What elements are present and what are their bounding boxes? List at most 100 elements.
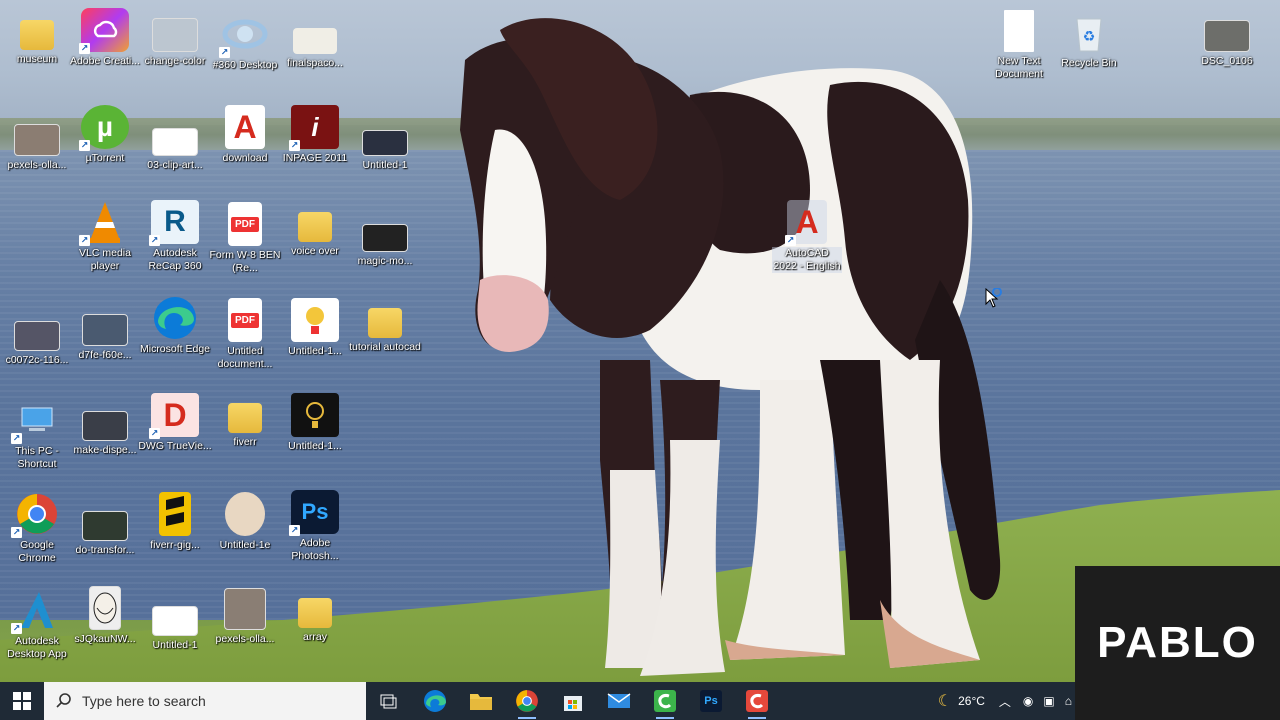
desktop-icon-c0072c[interactable]: c0072c-116... bbox=[0, 315, 74, 367]
desktop-icon-adobe-creative-cloud[interactable]: Adobe Creati... bbox=[68, 8, 142, 68]
desktop-icon-untitled-1-top[interactable]: Untitled-1 bbox=[348, 122, 422, 172]
desktop-icon-magic-mo[interactable]: magic-mo... bbox=[348, 218, 422, 268]
desktop-icon-adobe-photoshop[interactable]: Ps Adobe Photosh... bbox=[278, 490, 352, 563]
desktop-icon-autodesk-desktop-app[interactable]: Autodesk Desktop App bbox=[0, 588, 74, 661]
taskbar-search-box[interactable]: Type here to search bbox=[44, 682, 366, 720]
image-thumbnail-icon bbox=[82, 411, 128, 441]
desktop-icon-make-dispe[interactable]: make-dispe... bbox=[68, 405, 142, 457]
desktop-icon-array[interactable]: array bbox=[278, 588, 352, 644]
watermark-overlay: PABLO bbox=[1075, 566, 1280, 720]
desktop-icon-label: tutorial autocad bbox=[349, 341, 421, 353]
desktop-icon-voice-over[interactable]: voice over bbox=[278, 202, 352, 258]
recycle-bin-icon: ♻ bbox=[1065, 10, 1113, 54]
taskbar-photoshop[interactable]: Ps bbox=[688, 682, 734, 720]
desktop-icon-utorrent[interactable]: µ µTorrent bbox=[68, 105, 142, 165]
edge-icon bbox=[151, 296, 199, 340]
store-icon bbox=[564, 696, 582, 711]
desktop-icon-dsc-0106[interactable]: DSC_0106 bbox=[1190, 20, 1264, 68]
vlc-icon bbox=[79, 200, 129, 246]
taskbar-camtasia-red[interactable] bbox=[734, 682, 780, 720]
svg-text:♻: ♻ bbox=[1083, 28, 1096, 44]
desktop-icon-untitled-1-bottom[interactable]: Untitled-1 bbox=[138, 600, 212, 652]
autodesk-icon bbox=[11, 588, 61, 634]
weather-temperature[interactable]: 26°C bbox=[958, 694, 985, 708]
desktop-icon-new-text-document[interactable]: New Text Document bbox=[982, 10, 1056, 81]
taskbar-microsoft-store[interactable] bbox=[550, 682, 596, 720]
taskbar-camtasia-green[interactable] bbox=[642, 682, 688, 720]
desktop-icon-label: pexels-olla... bbox=[215, 633, 275, 645]
edge-icon bbox=[424, 690, 446, 712]
folder-icon bbox=[298, 212, 332, 242]
taskbar-task-view[interactable] bbox=[366, 682, 412, 720]
desktop-icon-label: fiverr-gig... bbox=[150, 539, 200, 551]
weather-moon-icon[interactable]: ☾ bbox=[938, 691, 952, 711]
desktop-icon-untitled-1e[interactable]: Untitled-1e bbox=[208, 492, 282, 552]
taskbar-chrome[interactable] bbox=[504, 682, 550, 720]
desktop-icon-google-chrome[interactable]: Google Chrome bbox=[0, 492, 74, 565]
desktop-icon-finalspaco[interactable]: finalspaco... bbox=[278, 22, 352, 70]
desktop-icon-untitled-document[interactable]: PDF Untitled document... bbox=[208, 298, 282, 371]
desktop-icon-download[interactable]: A download bbox=[208, 105, 282, 165]
desktop-icon-sjqkaunw[interactable]: sJQkauNW... bbox=[68, 586, 142, 646]
desktop-icon-do-transfor[interactable]: do-transfor... bbox=[68, 505, 142, 557]
desktop-icon-360-desktop[interactable]: #360 Desktop bbox=[208, 12, 282, 72]
desktop-icon-autocad-2022[interactable]: A AutoCAD 2022 - English bbox=[772, 200, 842, 273]
camtasia-icon bbox=[654, 690, 676, 712]
desktop-icon-change-color[interactable]: change-color bbox=[138, 18, 212, 68]
desktop-icon-microsoft-edge[interactable]: Microsoft Edge bbox=[138, 296, 212, 356]
desktop-icon-fiverr-gig[interactable]: fiverr-gig... bbox=[138, 492, 212, 552]
desktop-icon-vlc[interactable]: VLC media player bbox=[68, 200, 142, 273]
device-icon[interactable]: ▣ bbox=[1043, 694, 1054, 708]
desktop-icon-label: Recycle Bin bbox=[1061, 57, 1117, 69]
desktop-icon-label: magic-mo... bbox=[357, 255, 413, 267]
desktop-icon-untitled-1-bulb[interactable]: Untitled-1... bbox=[278, 298, 352, 358]
desktop-icon-form-w8[interactable]: PDF Form W-8 BEN (Re... bbox=[208, 202, 282, 275]
start-button[interactable] bbox=[0, 682, 44, 720]
desktop-icon-label: AutoCAD 2022 - English bbox=[772, 247, 842, 273]
desktop-icon-recycle-bin[interactable]: ♻ Recycle Bin bbox=[1052, 10, 1126, 70]
autocad-icon: A bbox=[785, 200, 827, 246]
record-icon[interactable]: ◉ bbox=[1023, 694, 1033, 708]
mask-image-icon bbox=[89, 586, 121, 630]
desktop-icon-label: make-dispe... bbox=[73, 444, 137, 456]
desktop-icon-inpage-2011[interactable]: i INPAGE 2011 bbox=[278, 105, 352, 165]
image-thumbnail-icon bbox=[14, 321, 60, 351]
desktop-icon-fiverr[interactable]: fiverr bbox=[208, 393, 282, 449]
desktop-icon-pexels-olla[interactable]: pexels-olla... bbox=[0, 120, 74, 172]
chevron-up-icon[interactable]: ︿ bbox=[999, 693, 1011, 710]
desktop-icon-label: Untitled-1 bbox=[152, 639, 198, 651]
lightbulb-icon bbox=[291, 393, 339, 437]
desktop-icon-label: Untitled document... bbox=[217, 345, 273, 370]
pdf-icon: PDF bbox=[228, 202, 262, 246]
desktop-icon-untitled-1-dark[interactable]: Untitled-1... bbox=[278, 393, 352, 453]
desktop-icon-label: sJQkauNW... bbox=[74, 633, 136, 645]
desktop-icon-label: download bbox=[222, 152, 268, 164]
image-thumbnail-icon bbox=[82, 314, 128, 346]
image-thumbnail-icon bbox=[152, 606, 198, 636]
text-document-icon bbox=[1004, 10, 1034, 52]
desktop-icon-this-pc[interactable]: This PC - Shortcut bbox=[0, 398, 74, 471]
desktop-icon-museum[interactable]: museum bbox=[0, 10, 74, 66]
desktop-icon-label: Google Chrome bbox=[18, 539, 56, 564]
globe-icon bbox=[219, 12, 269, 58]
desktop-icon-autodesk-recap[interactable]: R Autodesk ReCap 360 bbox=[138, 200, 212, 273]
creative-cloud-icon bbox=[79, 8, 129, 54]
inpage-icon: i bbox=[289, 105, 339, 151]
desktop-icon-label: c0072c-116... bbox=[5, 354, 69, 366]
desktop-icon-dwg-trueview[interactable]: D DWG TrueVie... bbox=[138, 393, 212, 453]
taskbar-file-explorer[interactable] bbox=[458, 682, 504, 720]
search-icon bbox=[56, 693, 71, 708]
mail-icon bbox=[607, 693, 631, 708]
network-icon[interactable]: ⌂ bbox=[1065, 694, 1072, 708]
desktop-icon-d7fe[interactable]: d7fe-f60e... bbox=[68, 310, 142, 362]
taskbar-edge[interactable] bbox=[412, 682, 458, 720]
desktop-icon-pexels-olla-2[interactable]: pexels-olla... bbox=[208, 588, 282, 646]
desktop-icon-label: Adobe Creati... bbox=[69, 55, 141, 67]
desktop-icon-label: finalspaco... bbox=[286, 57, 344, 69]
folder-icon bbox=[470, 694, 492, 710]
desktop-icon-label: Microsoft Edge bbox=[139, 343, 211, 355]
task-view-icon bbox=[380, 694, 397, 709]
taskbar-mail[interactable] bbox=[596, 682, 642, 720]
desktop-icon-03-clip-art[interactable]: 03-clip-art... bbox=[138, 122, 212, 172]
desktop-icon-tutorial-autocad[interactable]: tutorial autocad bbox=[348, 298, 422, 354]
